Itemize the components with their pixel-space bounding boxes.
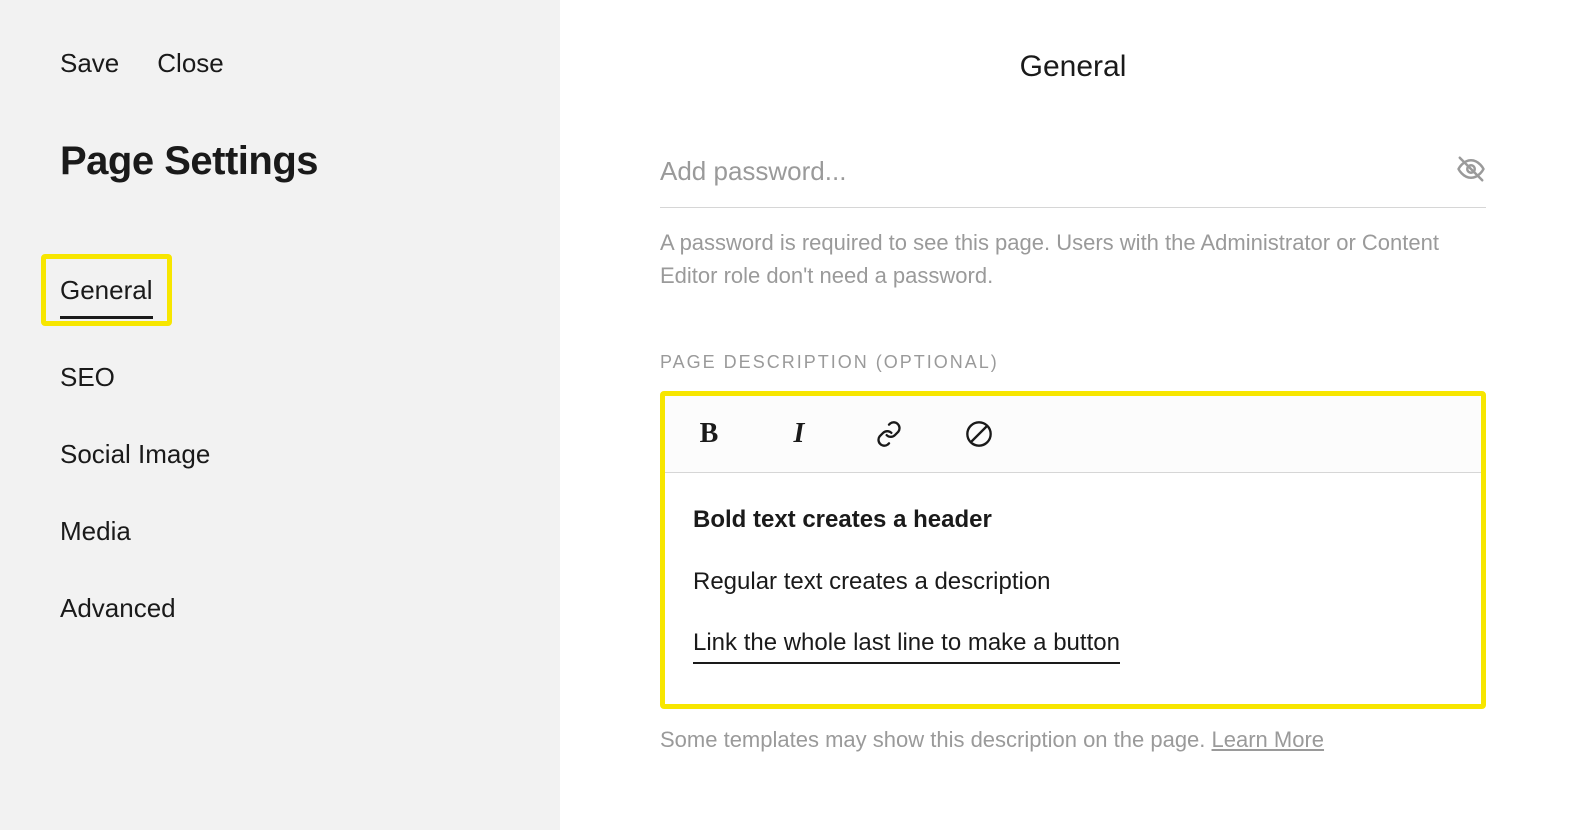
description-footer-help: Some templates may show this description…	[660, 727, 1486, 753]
nav-item-advanced[interactable]: Advanced	[60, 583, 176, 634]
nav-item-general[interactable]: General	[60, 265, 153, 319]
link-button[interactable]	[873, 418, 905, 450]
main-title: General	[650, 50, 1496, 84]
sidebar-actions: Save Close	[60, 48, 500, 79]
sidebar: Save Close Page Settings General SEO Soc…	[0, 0, 560, 830]
page-title: Page Settings	[60, 139, 500, 184]
description-editor-highlight: B I Bold text creates a header	[660, 391, 1486, 709]
italic-button[interactable]: I	[783, 418, 815, 450]
main-panel: General A password is required to see th…	[560, 0, 1586, 830]
editor-toolbar: B I	[665, 396, 1481, 473]
nav-item-seo[interactable]: SEO	[60, 352, 115, 403]
learn-more-link[interactable]: Learn More	[1212, 727, 1325, 752]
main-content: A password is required to see this page.…	[650, 154, 1496, 753]
highlight-general: General	[41, 254, 172, 326]
sidebar-nav: General SEO Social Image Media Advanced	[60, 254, 500, 634]
save-button[interactable]: Save	[60, 48, 119, 79]
nav-item-media[interactable]: Media	[60, 506, 131, 557]
password-input[interactable]	[660, 156, 1456, 187]
password-help-text: A password is required to see this page.…	[660, 226, 1486, 292]
visibility-off-icon[interactable]	[1456, 154, 1486, 189]
password-row	[660, 154, 1486, 208]
editor-line-regular: Regular text creates a description	[693, 565, 1453, 599]
bold-button[interactable]: B	[693, 418, 725, 450]
nav-item-social-image[interactable]: Social Image	[60, 429, 210, 480]
clear-format-icon	[965, 420, 993, 448]
editor-line-bold: Bold text creates a header	[693, 503, 1453, 537]
close-button[interactable]: Close	[157, 48, 223, 79]
editor-body[interactable]: Bold text creates a header Regular text …	[665, 473, 1481, 704]
description-footer-text: Some templates may show this description…	[660, 727, 1212, 752]
editor-line-link: Link the whole last line to make a butto…	[693, 626, 1120, 664]
description-section-label: PAGE DESCRIPTION (OPTIONAL)	[660, 352, 1486, 373]
link-icon	[875, 420, 903, 448]
clear-format-button[interactable]	[963, 418, 995, 450]
